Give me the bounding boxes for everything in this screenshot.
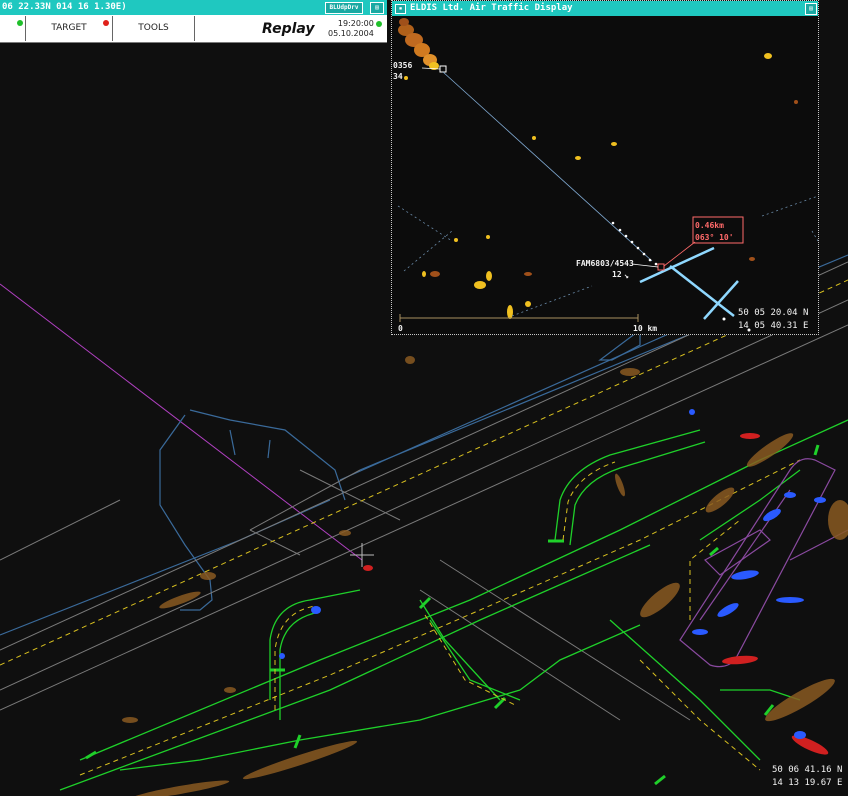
range-distance: 0.46km — [695, 221, 724, 230]
scale-start: 0 — [398, 324, 403, 333]
inset-window-menu-icon[interactable]: ▪ — [395, 4, 406, 14]
replay-mode-label: Replay — [262, 21, 315, 37]
target-button[interactable]: TARGET — [26, 16, 113, 41]
main-coord-lon: 14 13 19.67 E — [772, 778, 842, 788]
inset-radar-window[interactable]: ▪ ELDIS Ltd. Air Traffic Display ▤ 0356 … — [391, 0, 819, 335]
window-menu-icon[interactable]: ▤ — [370, 2, 384, 14]
replay-status-icon — [376, 21, 382, 27]
inset-titlebar[interactable]: ▪ ELDIS Ltd. Air Traffic Display ▤ — [392, 1, 818, 16]
track-0356-level: 34 — [393, 72, 403, 81]
range-bearing: 063° 10' — [695, 233, 734, 242]
track-fam6803-level: 12 — [612, 270, 622, 279]
driver-button[interactable]: BLUdpDrv — [325, 2, 363, 14]
control-title: 06 22.33N 014 16 1.30E) — [2, 2, 127, 12]
main-coord-lat: 50 06 41.16 N — [772, 765, 842, 775]
control-titlebar[interactable]: 06 22.33N 014 16 1.30E) BLUdpDrv ▤ — [0, 0, 387, 15]
replay-date: 05.10.2004 — [328, 29, 374, 38]
target-alert-icon — [103, 20, 109, 26]
inset-title: ELDIS Ltd. Air Traffic Display — [410, 3, 573, 13]
inset-coord-lat: 50 05 20.04 N — [738, 308, 808, 318]
replay-time: 19:20:00 — [337, 19, 374, 28]
scale-end: 10 km — [633, 324, 657, 333]
inset-minimize-icon[interactable]: ▤ — [805, 3, 817, 15]
track-fam6803-callsign: FAM6803/4543 — [576, 259, 634, 268]
tools-label: TOOLS — [138, 23, 169, 33]
control-toolbar: TARGET TOOLS Replay 19:20:00 05.10.2004 — [0, 16, 387, 42]
status-ok-icon — [17, 20, 23, 26]
status-cell[interactable] — [0, 16, 26, 41]
tools-button[interactable]: TOOLS — [113, 16, 195, 41]
inset-radar-view[interactable]: 0356 34 FAM6803/4543 12 ↘ 0.46km 063° 10… — [392, 16, 818, 334]
inset-coord-lon: 14 05 40.31 E — [738, 321, 808, 331]
control-window: 06 22.33N 014 16 1.30E) BLUdpDrv ▤ TARGE… — [0, 0, 387, 43]
track-fam6803-vector-icon: ↘ — [624, 271, 629, 280]
track-0356-id: 0356 — [393, 61, 412, 70]
replay-clock: 19:20:00 05.10.2004 — [328, 19, 374, 39]
target-label: TARGET — [51, 23, 87, 33]
